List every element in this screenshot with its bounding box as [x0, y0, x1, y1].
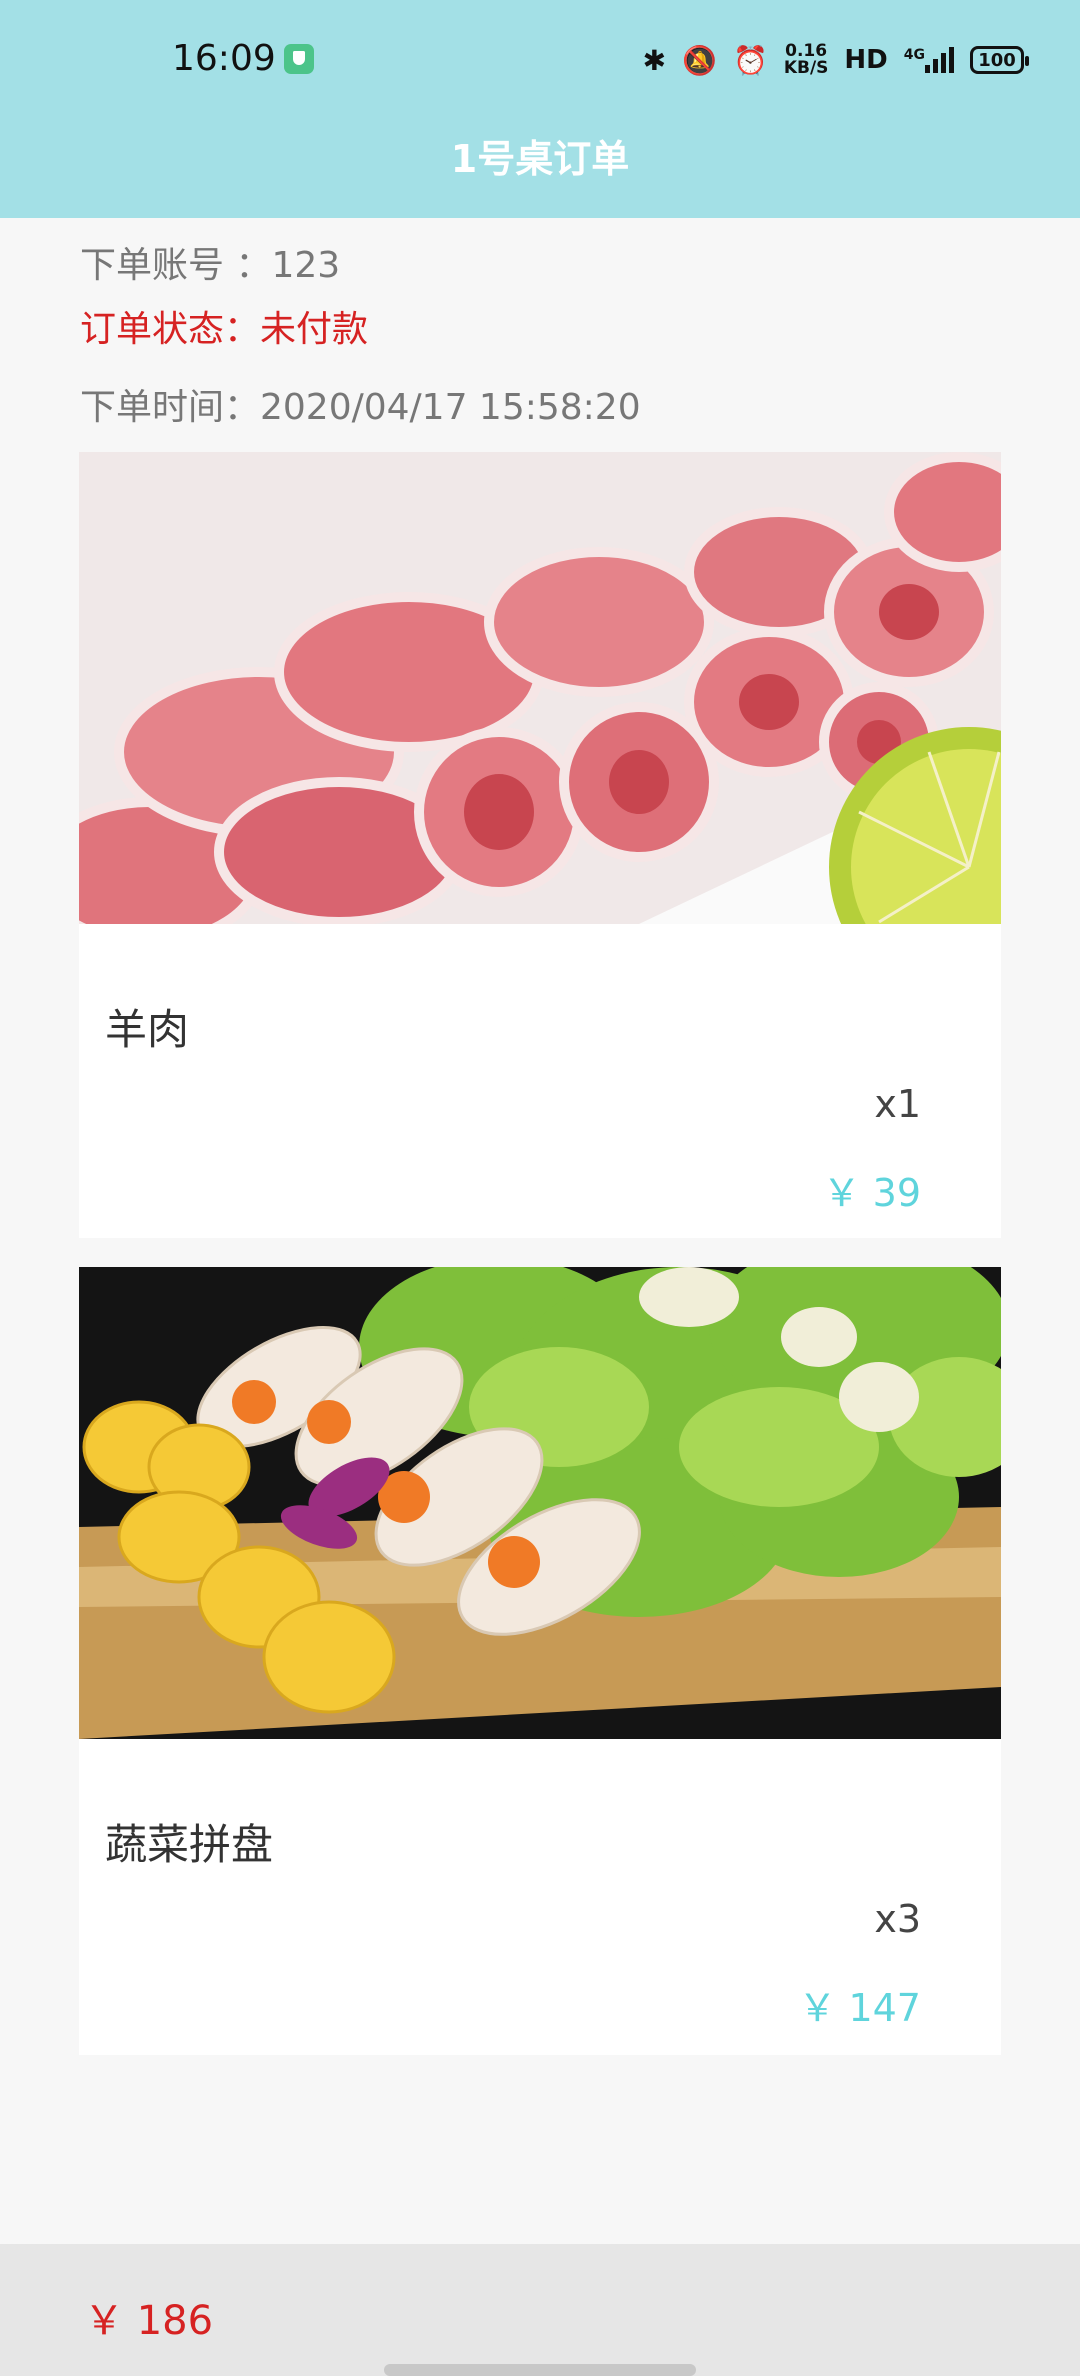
- network-speed: 0.16 KB/S: [784, 43, 829, 77]
- vegetable-platter-photo: [79, 1267, 1001, 1739]
- item-price: ￥ 147: [798, 1986, 921, 2030]
- battery-level: 100: [978, 49, 1016, 71]
- item-quantity: x1: [874, 1082, 921, 1126]
- status-icons: ✱ 🔕 ⏰ 0.16 KB/S HD 4G 100: [642, 40, 1029, 80]
- item-price: ￥ 39: [822, 1171, 921, 1215]
- order-time: 下单时间：2020/04/17 15:58:20: [80, 387, 641, 428]
- order-item-card[interactable]: 蔬菜拼盘 x3 ￥ 147: [79, 1267, 1001, 2055]
- order-item-card[interactable]: 羊肉 x1 ￥ 39: [79, 452, 1001, 1238]
- network-type: 4G: [903, 47, 925, 63]
- signal-icon: 4G: [904, 47, 954, 73]
- hd-indicator: HD: [844, 45, 888, 75]
- item-name: 蔬菜拼盘: [105, 1820, 274, 1869]
- home-indicator[interactable]: [384, 2364, 696, 2376]
- order-status: 订单状态：未付款: [80, 309, 369, 350]
- status-time: 16:09: [172, 38, 276, 79]
- alarm-icon: ⏰: [732, 43, 768, 77]
- network-speed-unit: KB/S: [783, 58, 829, 78]
- bluetooth-icon: ✱: [642, 43, 667, 77]
- shield-icon: [284, 44, 314, 74]
- app-header: 16:09 ✱ 🔕 ⏰ 0.16 KB/S HD 4G 100 1号桌订单: [0, 0, 1080, 218]
- page-title: 1号桌订单: [450, 137, 630, 181]
- bottom-bar: ￥ 186: [0, 2244, 1080, 2376]
- item-quantity: x3: [874, 1897, 921, 1941]
- order-account: 下单账号 ：123: [80, 245, 341, 286]
- order-total: ￥ 186: [84, 2298, 214, 2344]
- mute-icon: 🔕: [682, 43, 717, 77]
- item-name: 羊肉: [105, 1005, 190, 1054]
- battery-icon: 100: [970, 46, 1029, 74]
- lamb-rolls-photo: [79, 452, 1001, 924]
- status-bar: 16:09 ✱ 🔕 ⏰ 0.16 KB/S HD 4G 100: [0, 0, 1080, 120]
